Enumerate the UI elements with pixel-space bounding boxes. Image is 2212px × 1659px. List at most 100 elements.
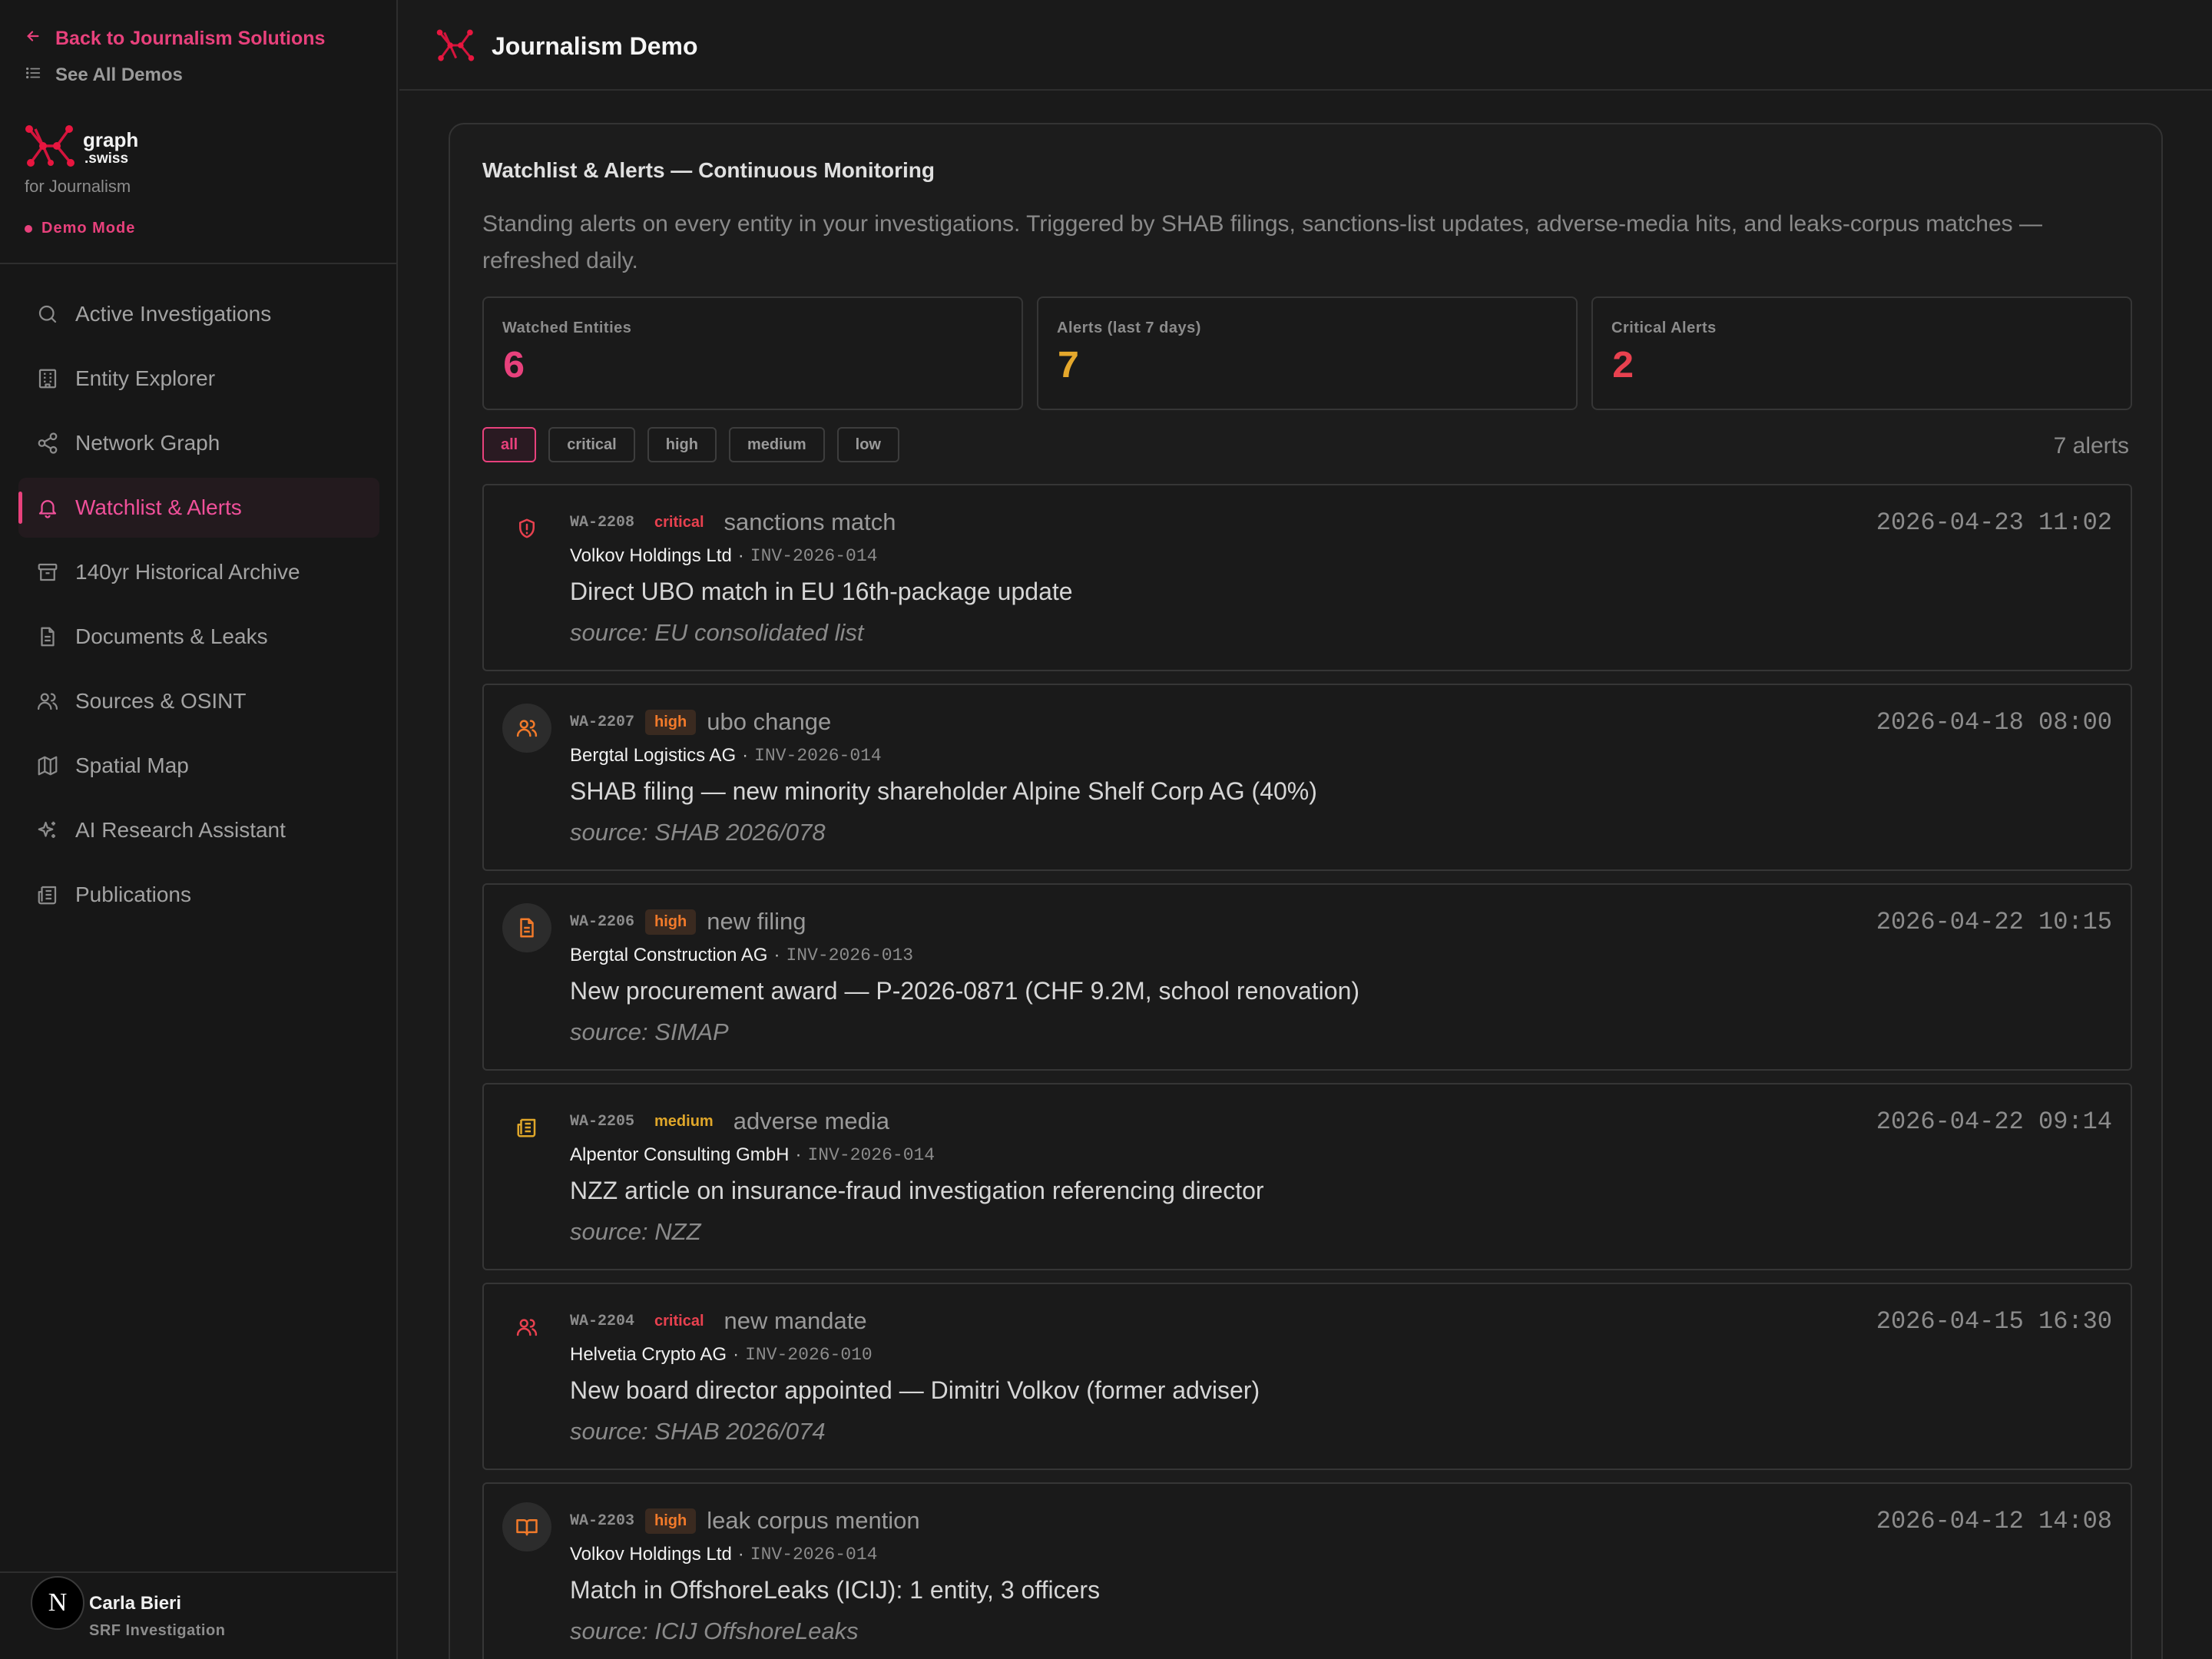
see-all-label: See All Demos xyxy=(55,65,183,85)
entity-name[interactable]: Bergtal Logistics AG xyxy=(570,745,736,767)
newspaper-icon xyxy=(35,882,60,907)
alert-list: WA-2208 critical sanctions match 2026-04… xyxy=(482,484,2132,1659)
arrow-left-icon xyxy=(25,28,41,50)
users-icon xyxy=(502,1303,551,1352)
alert-id: WA-2203 xyxy=(570,1512,635,1530)
filter-low[interactable]: low xyxy=(836,427,899,462)
document-icon xyxy=(35,624,60,649)
app: Back to Journalism Solutions See All Dem… xyxy=(0,0,2212,1659)
sidebar-item-historical-archive[interactable]: 140yr Historical Archive xyxy=(18,542,379,602)
stat-value: 2 xyxy=(1611,346,1635,389)
sidebar-item-watchlist-alerts[interactable]: Watchlist & Alerts xyxy=(18,478,379,538)
severity-badge: high xyxy=(645,1508,697,1534)
brand-logo[interactable]: graph .swiss xyxy=(25,123,138,173)
alert-source: source: EU consolidated list xyxy=(570,619,864,646)
share-nodes-icon xyxy=(35,431,60,455)
sidebar-item-label: Documents & Leaks xyxy=(75,624,268,648)
sidebar-item-sources-osint[interactable]: Sources & OSINT xyxy=(18,671,379,731)
sidebar-item-label: Network Graph xyxy=(75,431,220,455)
brand-sub: .swiss xyxy=(84,151,129,167)
panel-description: Standing alerts on every entity in your … xyxy=(482,211,2042,273)
map-icon xyxy=(35,753,60,778)
alert-message: New procurement award — P-2026-0871 (CHF… xyxy=(570,977,1360,1005)
header: Journalism Demo xyxy=(399,0,2212,91)
users-icon xyxy=(35,689,60,714)
severity-filters: all critical high medium low xyxy=(482,427,899,462)
stat-label: Critical Alerts xyxy=(1611,320,1717,336)
separator: · xyxy=(733,1344,740,1365)
users-icon xyxy=(502,704,551,753)
alert-message: New board director appointed — Dimitri V… xyxy=(570,1376,1260,1404)
entity-name[interactable]: Bergtal Construction AG xyxy=(570,945,767,966)
sidebar-item-active-investigations[interactable]: Active Investigations xyxy=(18,284,379,344)
investigation-id[interactable]: INV-2026-014 xyxy=(807,1145,935,1165)
stat-label: Watched Entities xyxy=(502,320,632,336)
sidebar-item-publications[interactable]: Publications xyxy=(18,865,379,925)
alert-card[interactable]: WA-2204 critical new mandate 2026-04-15 … xyxy=(482,1283,2132,1470)
alert-source: source: SHAB 2026/078 xyxy=(570,819,826,846)
sidebar-divider xyxy=(0,263,398,264)
archive-box-icon xyxy=(35,560,60,584)
sidebar-item-documents-leaks[interactable]: Documents & Leaks xyxy=(18,607,379,667)
sparkles-icon xyxy=(35,818,60,843)
stats-row: Watched Entities 6 Alerts (last 7 days) … xyxy=(482,296,2132,410)
sidebar-item-network-graph[interactable]: Network Graph xyxy=(18,413,379,473)
see-all-demos-link[interactable]: See All Demos xyxy=(25,61,183,89)
alert-type: leak corpus mention xyxy=(707,1507,920,1534)
alert-card[interactable]: WA-2206 high new filing 2026-04-22 10:15… xyxy=(482,883,2132,1071)
alert-id: WA-2204 xyxy=(570,1312,635,1330)
sidebar: Back to Journalism Solutions See All Dem… xyxy=(0,0,398,1659)
alert-type: ubo change xyxy=(707,708,832,735)
alert-card[interactable]: WA-2205 medium adverse media 2026-04-22 … xyxy=(482,1083,2132,1270)
page-title: Journalism Demo xyxy=(492,32,698,60)
alert-id: WA-2206 xyxy=(570,912,635,931)
sidebar-nav: Active Investigations Entity Explorer Ne… xyxy=(18,284,379,929)
status-dot-icon xyxy=(25,224,32,233)
investigation-id[interactable]: INV-2026-010 xyxy=(745,1345,873,1365)
stat-value: 7 xyxy=(1057,346,1081,389)
entity-name[interactable]: Alpentor Consulting GmbH xyxy=(570,1144,789,1166)
investigation-id[interactable]: INV-2026-014 xyxy=(750,546,878,566)
filter-all[interactable]: all xyxy=(482,427,537,462)
sidebar-item-label: Entity Explorer xyxy=(75,366,216,390)
brand-name: graph .swiss xyxy=(83,130,138,166)
sidebar-item-label: Sources & OSINT xyxy=(75,689,247,713)
filter-medium[interactable]: medium xyxy=(728,427,825,462)
alert-type: sanctions match xyxy=(724,508,896,535)
avatar[interactable]: N xyxy=(31,1576,84,1630)
sidebar-item-label: Watchlist & Alerts xyxy=(75,495,242,519)
sidebar-item-label: 140yr Historical Archive xyxy=(75,560,300,584)
sidebar-item-entity-explorer[interactable]: Entity Explorer xyxy=(18,349,379,409)
graph-logo-icon xyxy=(25,123,75,173)
back-to-journalism-link[interactable]: Back to Journalism Solutions xyxy=(25,25,325,52)
alert-card[interactable]: WA-2208 critical sanctions match 2026-04… xyxy=(482,484,2132,671)
severity-badge: critical xyxy=(654,1312,704,1330)
entity-name[interactable]: Volkov Holdings Ltd xyxy=(570,545,732,567)
alert-id: WA-2207 xyxy=(570,713,635,731)
list-icon xyxy=(25,65,41,87)
entity-name[interactable]: Volkov Holdings Ltd xyxy=(570,1544,732,1565)
alert-card[interactable]: WA-2207 high ubo change 2026-04-18 08:00… xyxy=(482,684,2132,871)
demo-mode-label: Demo Mode xyxy=(41,220,136,237)
investigation-id[interactable]: INV-2026-014 xyxy=(754,746,882,766)
search-icon xyxy=(35,302,60,326)
watchlist-panel: Watchlist & Alerts — Continuous Monitori… xyxy=(449,123,2163,1659)
alert-timestamp: 2026-04-22 10:15 xyxy=(1876,908,2112,936)
alert-type: adverse media xyxy=(733,1108,890,1134)
book-open-icon xyxy=(502,1502,551,1551)
sidebar-item-spatial-map[interactable]: Spatial Map xyxy=(18,736,379,796)
brand-main: graph xyxy=(83,128,139,151)
investigation-id[interactable]: INV-2026-013 xyxy=(786,945,913,965)
sidebar-item-ai-research-assistant[interactable]: AI Research Assistant xyxy=(18,800,379,860)
filter-critical[interactable]: critical xyxy=(548,427,635,462)
investigation-id[interactable]: INV-2026-014 xyxy=(750,1545,878,1565)
sidebar-item-label: AI Research Assistant xyxy=(75,818,286,842)
entity-name[interactable]: Helvetia Crypto AG xyxy=(570,1344,727,1366)
filter-high[interactable]: high xyxy=(647,427,717,462)
separator: · xyxy=(737,1544,744,1565)
alert-card[interactable]: WA-2203 high leak corpus mention 2026-04… xyxy=(482,1482,2132,1659)
back-link-label: Back to Journalism Solutions xyxy=(55,27,326,49)
separator: · xyxy=(737,545,744,566)
alert-message: SHAB filing — new minority shareholder A… xyxy=(570,777,1317,805)
separator: · xyxy=(773,945,780,965)
